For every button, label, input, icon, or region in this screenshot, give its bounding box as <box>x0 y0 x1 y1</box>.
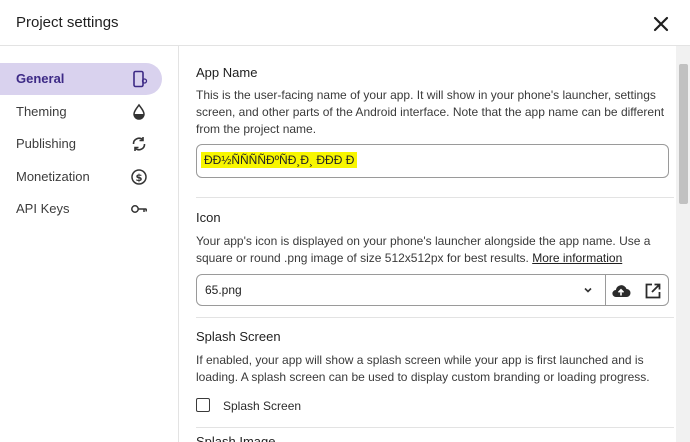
icon-select-value: 65.png <box>205 283 242 297</box>
app-name-value: ÐÐ½ÑÑÑÑÐºÑÐ¸Ð¸ ÐÐÐ Ð <box>201 152 358 168</box>
scrollbar-thumb[interactable] <box>679 64 688 204</box>
sidebar-item-label: Publishing <box>16 136 76 151</box>
sync-icon <box>132 137 146 151</box>
select-separator <box>605 275 606 305</box>
sidebar-item-label: Theming <box>16 104 67 119</box>
dialog-title: Project settings <box>16 14 119 31</box>
sidebar-item-publishing[interactable]: Publishing <box>0 128 162 160</box>
icon-section-title: Icon <box>196 210 221 225</box>
icon-description: Your app's icon is displayed on your pho… <box>196 233 674 267</box>
section-divider <box>196 427 674 428</box>
sidebar-item-general[interactable]: General <box>0 63 162 95</box>
app-name-input[interactable]: ÐÐ½ÑÑÑÑÐºÑÐ¸Ð¸ ÐÐÐ Ð <box>196 144 669 178</box>
sidebar-item-theming[interactable]: Theming <box>0 96 162 128</box>
sidebar-item-label: General <box>16 71 65 86</box>
phone-settings-icon <box>133 70 148 88</box>
sidebar-item-label: API Keys <box>16 201 70 216</box>
sidebar-item-api-keys[interactable]: API Keys <box>0 193 162 225</box>
open-in-new-icon[interactable] <box>643 281 663 301</box>
splash-checkbox[interactable] <box>196 398 210 412</box>
sidebar: General Theming Publishing Monetization … <box>0 46 179 442</box>
settings-content: App Name This is the user-facing name of… <box>180 46 676 442</box>
section-divider <box>196 197 674 198</box>
more-information-link[interactable]: More information <box>532 251 622 265</box>
dollar-circle-icon: $ <box>131 169 147 185</box>
water-drop-icon <box>133 103 145 120</box>
dialog-header: Project settings <box>0 0 690 46</box>
svg-text:$: $ <box>136 173 143 184</box>
app-name-title: App Name <box>196 65 258 80</box>
app-name-description: This is the user-facing name of your app… <box>196 88 665 136</box>
cloud-upload-icon[interactable] <box>610 280 632 302</box>
sidebar-item-label: Monetization <box>16 169 90 184</box>
section-divider <box>196 317 674 318</box>
sidebar-item-monetization[interactable]: Monetization $ <box>0 161 162 193</box>
splash-description: If enabled, your app will show a splash … <box>196 353 650 384</box>
chevron-down-icon[interactable] <box>582 284 594 296</box>
icon-select[interactable]: 65.png <box>196 274 669 306</box>
close-icon[interactable] <box>651 14 671 34</box>
splash-section-title: Splash Screen <box>196 329 281 344</box>
key-icon <box>131 205 147 213</box>
splash-image-title: Splash Image <box>196 434 276 442</box>
scrollbar[interactable] <box>676 46 690 442</box>
splash-checkbox-row[interactable]: Splash Screen <box>196 398 396 414</box>
splash-checkbox-label: Splash Screen <box>223 399 302 413</box>
